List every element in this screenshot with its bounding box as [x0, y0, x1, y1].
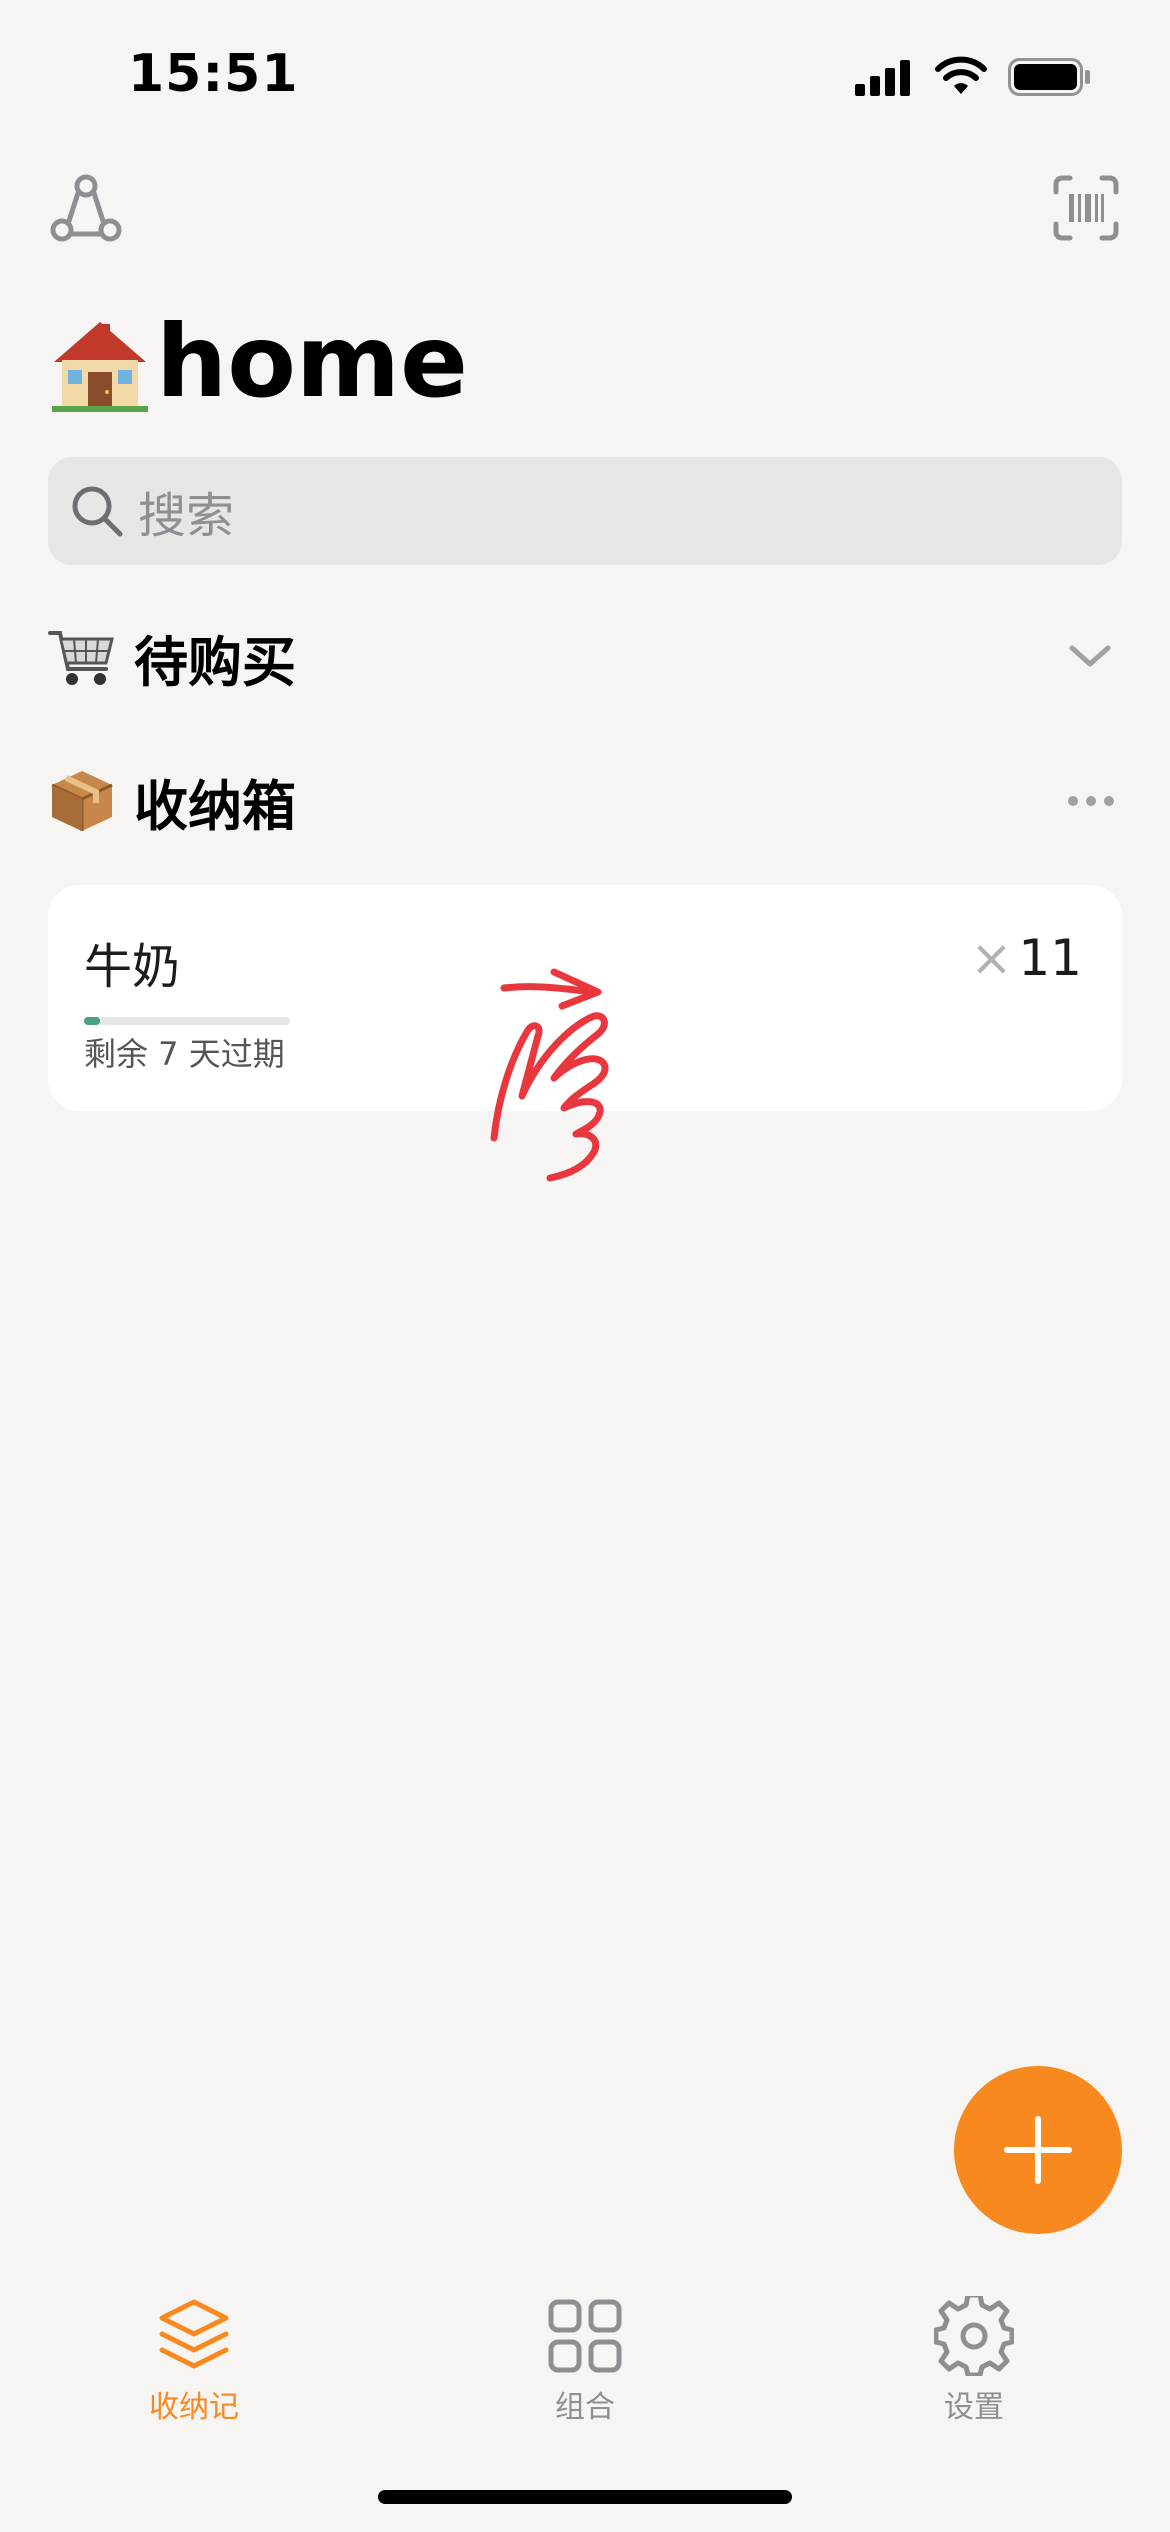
page-title-text: home	[156, 303, 468, 420]
freshness-progress-fill	[84, 1017, 101, 1025]
status-time: 15:51	[128, 44, 299, 104]
gear-icon	[934, 2296, 1014, 2376]
freshness-progress-bar	[84, 1017, 290, 1025]
more-icon[interactable]	[1066, 794, 1116, 808]
chevron-down-icon[interactable]	[1068, 642, 1112, 672]
page-title: home	[48, 310, 468, 414]
section-label: 收纳箱	[134, 774, 296, 838]
tab-label: 设置	[944, 2390, 1004, 2425]
item-name: 牛奶	[84, 939, 181, 995]
battery-icon	[1008, 58, 1090, 96]
search-bar[interactable]: 搜索	[48, 457, 1122, 565]
search-icon	[72, 486, 123, 537]
tab-combination[interactable]: 组合	[475, 2296, 695, 2426]
share-icon[interactable]	[48, 172, 124, 248]
layers-icon	[159, 2299, 229, 2369]
section-storage-box[interactable]: 收纳箱	[48, 756, 1122, 846]
plus-icon	[1004, 2116, 1072, 2184]
add-button[interactable]	[954, 2066, 1122, 2234]
search-input[interactable]: 搜索	[138, 476, 234, 546]
tab-settings[interactable]: 设置	[864, 2296, 1084, 2426]
home-indicator	[378, 2490, 792, 2504]
grid-icon	[548, 2299, 622, 2373]
cart-emoji-icon	[48, 631, 114, 685]
item-quantity: × 11	[970, 929, 1082, 987]
package-emoji-icon	[51, 771, 113, 831]
quantity-value: 11	[1018, 929, 1082, 987]
section-label: 待购买	[134, 630, 296, 694]
tab-label: 组合	[555, 2390, 615, 2425]
tab-label: 收纳记	[149, 2390, 239, 2425]
expiry-text: 剩余 7 天过期	[84, 1035, 285, 1073]
tab-storage[interactable]: 收纳记	[84, 2296, 304, 2426]
quantity-multiplier: ×	[970, 929, 1013, 987]
cellular-signal-icon	[855, 60, 910, 96]
wifi-icon	[935, 56, 987, 94]
barcode-scan-icon[interactable]	[1052, 174, 1120, 242]
section-to-buy[interactable]: 待购买	[48, 612, 1122, 702]
swipe-gesture-hint-icon	[490, 968, 609, 1182]
house-emoji-icon	[52, 322, 148, 412]
